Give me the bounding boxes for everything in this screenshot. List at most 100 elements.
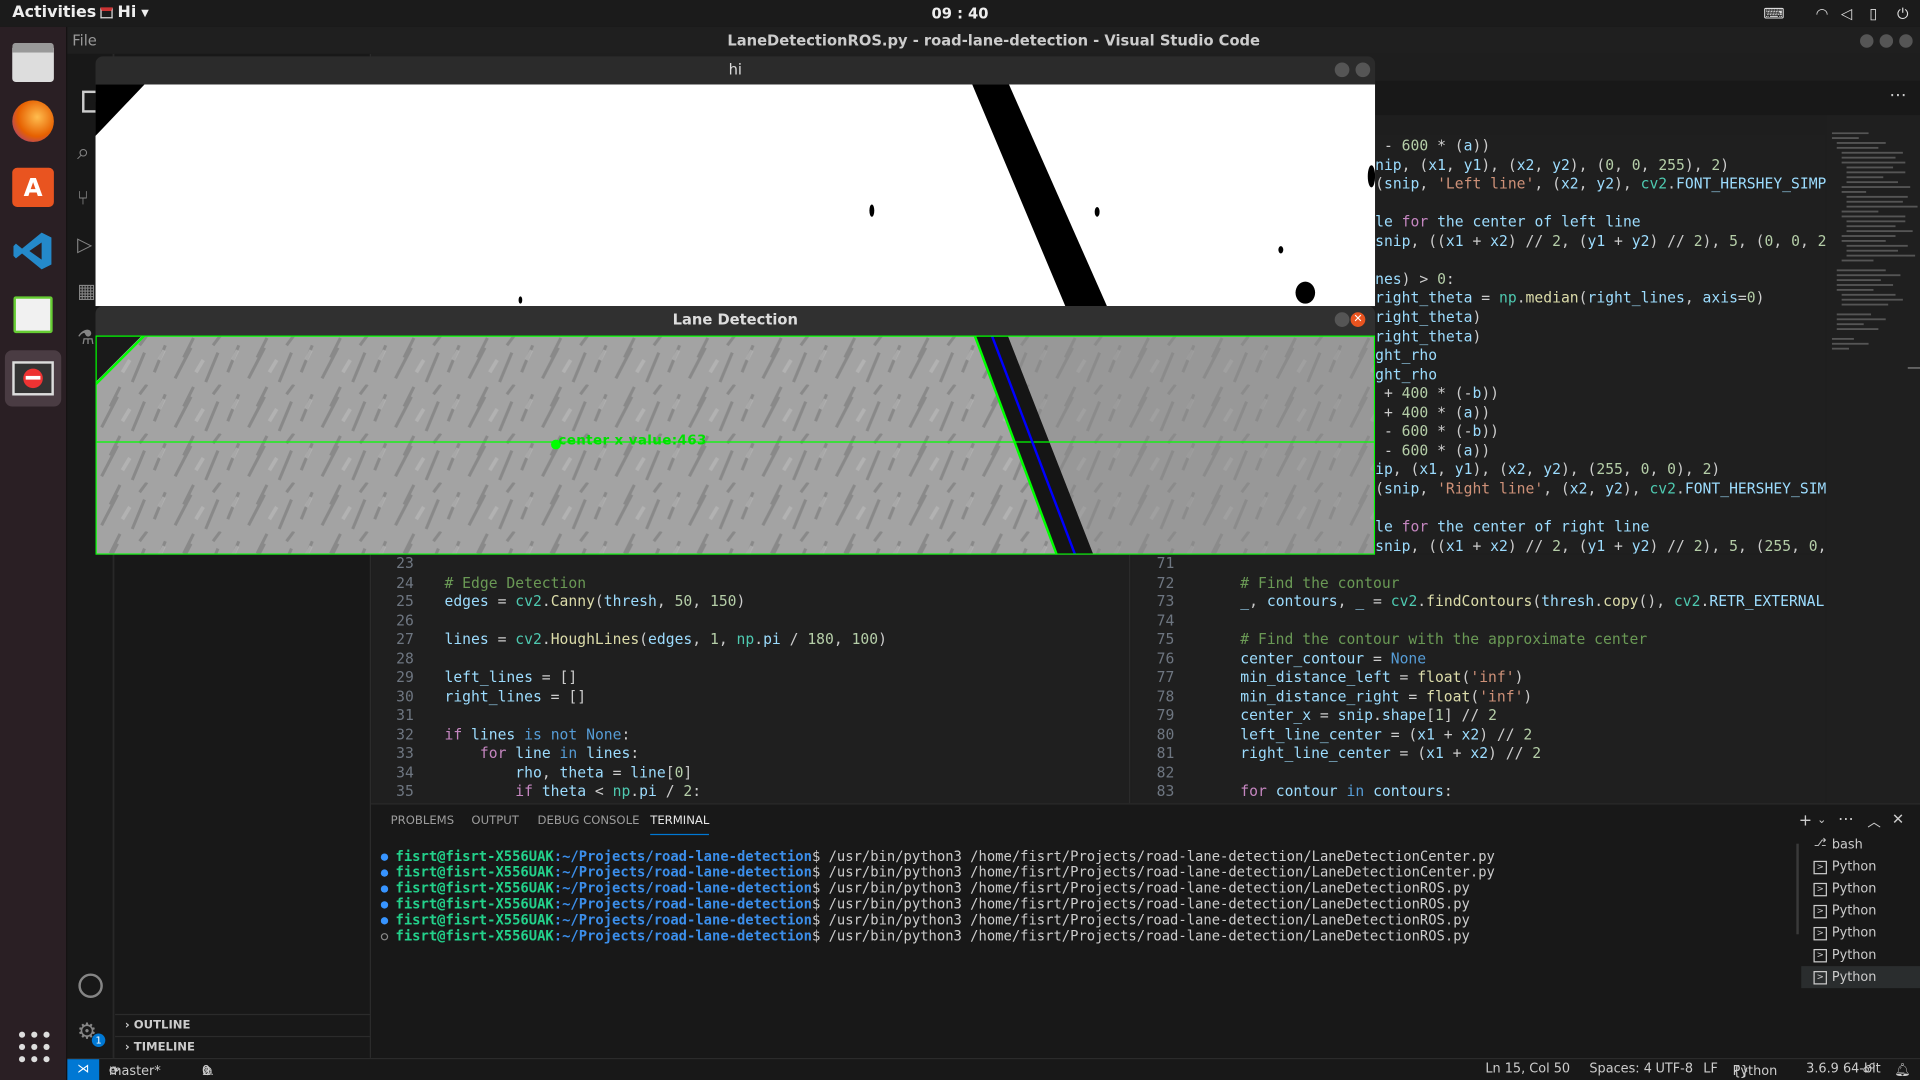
command-status-dot[interactable] <box>380 933 389 941</box>
vscode-icon[interactable] <box>5 223 61 279</box>
minimize-button[interactable] <box>1334 312 1350 327</box>
code-line[interactable] <box>1375 194 1826 213</box>
software-center-icon[interactable]: A <box>5 159 61 215</box>
firefox-icon[interactable] <box>5 93 61 149</box>
code-line[interactable]: 25 edges = cv2.Canny(thresh, 50, 150) <box>371 593 1129 612</box>
code-line[interactable]: (snip, 'Left line', (x2, y2), cv2.FONT_H… <box>1375 175 1826 194</box>
code-line[interactable]: snip, ((x1 + x2) // 2, (y1 + y2) // 2), … <box>1375 537 1826 553</box>
code-line[interactable]: ght_rho <box>1375 347 1826 366</box>
volume-mute-icon[interactable]: ◁ <box>1837 5 1857 22</box>
right-editor-upper[interactable]: - 600 * (a)) nip, (x1, y1), (x2, y2), (0,… <box>1375 134 1826 554</box>
code-line[interactable]: le for the center of left line <box>1375 213 1826 232</box>
code-line[interactable]: 23 <box>371 555 1129 574</box>
code-line[interactable]: 74 <box>1131 612 1825 631</box>
code-line[interactable]: snip, ((x1 + x2) // 2, (y1 + y2) // 2), … <box>1375 232 1826 251</box>
terminal-tab-python[interactable]: > Python <box>1801 856 1920 878</box>
battery-icon[interactable]: ▯ <box>1864 5 1884 22</box>
accounts-icon[interactable] <box>78 973 103 998</box>
maximize-button[interactable] <box>1879 34 1894 48</box>
code-line[interactable]: 28 <box>371 650 1129 669</box>
feedback-icon[interactable]: ☍ <box>1862 1062 1875 1077</box>
lane-detection-window[interactable]: Lane Detection ✕ center x value:463 <box>95 306 1376 555</box>
code-line[interactable]: nip, (x1, y1), (x2, y2), (0, 0, 255), 2) <box>1375 156 1826 175</box>
power-icon[interactable]: ⏻ <box>1893 5 1913 22</box>
minimap[interactable] <box>1826 115 1920 804</box>
code-line[interactable]: ght_rho <box>1375 366 1826 385</box>
close-button[interactable] <box>1355 62 1371 78</box>
code-line[interactable]: 24 # Edge Detection <box>371 574 1129 593</box>
close-button[interactable] <box>1899 34 1913 48</box>
files-icon[interactable] <box>5 34 61 90</box>
more-actions-icon[interactable]: ⋯ <box>1889 86 1906 106</box>
code-line[interactable]: 75 # Find the contour with the approxima… <box>1131 631 1825 650</box>
close-panel-icon[interactable]: ✕ <box>1892 811 1904 828</box>
code-line[interactable]: + 400 * (a)) <box>1375 404 1826 423</box>
more-actions-icon[interactable]: ⋯ <box>1838 811 1854 829</box>
clock[interactable]: 09 : 40 <box>0 5 1920 22</box>
code-line[interactable]: 31 <box>371 707 1129 726</box>
code-line[interactable]: 72 # Find the contour <box>1131 574 1825 593</box>
command-status-dot[interactable] <box>380 853 389 861</box>
show-applications-icon[interactable] <box>16 1029 53 1066</box>
new-terminal-icon[interactable]: + <box>1799 812 1812 830</box>
terminal-tab-python[interactable]: > Python <box>1801 900 1920 922</box>
code-line[interactable]: ip, (x1, y1), (x2, y2), (255, 0, 0), 2) <box>1375 461 1826 480</box>
code-line[interactable]: 82 <box>1131 763 1825 782</box>
code-line[interactable]: 71 <box>1131 555 1825 574</box>
code-line[interactable]: 30 right_lines = [] <box>371 688 1129 707</box>
code-line[interactable]: 83 for contour in contours: <box>1131 782 1825 801</box>
code-line[interactable]: - 600 * (-b)) <box>1375 423 1826 442</box>
chevron-down-icon[interactable]: ⌄ <box>1817 814 1826 826</box>
code-line[interactable]: 35 if theta < np.pi / 2: <box>371 782 1129 801</box>
notifications-bell-icon[interactable]: 🔔︎ <box>1894 1062 1910 1078</box>
code-line[interactable]: 29 left_lines = [] <box>371 669 1129 688</box>
close-button[interactable]: ✕ <box>1350 312 1366 327</box>
tab-terminal[interactable]: TERMINAL <box>650 814 710 836</box>
tab-output[interactable]: OUTPUT <box>471 814 518 827</box>
minimize-button[interactable] <box>1334 62 1350 78</box>
minimize-button[interactable] <box>1860 34 1874 48</box>
command-status-dot[interactable] <box>380 885 389 893</box>
code-line[interactable]: - 600 * (a)) <box>1375 442 1826 461</box>
cursor-position[interactable]: Ln 15, Col 50 <box>1485 1062 1570 1077</box>
tab-debug-console[interactable]: DEBUG CONSOLE <box>538 814 640 827</box>
wifi-icon[interactable]: ◠ <box>1812 5 1832 22</box>
code-line[interactable]: 32 if lines is not None: <box>371 726 1129 745</box>
code-line[interactable]: right_theta) <box>1375 308 1826 327</box>
indentation[interactable]: Spaces: 4 <box>1589 1062 1651 1077</box>
command-status-dot[interactable] <box>380 901 389 909</box>
code-line[interactable] <box>1375 499 1826 518</box>
terminal-tab-python[interactable]: > Python <box>1801 966 1920 989</box>
code-line[interactable]: 81 right_line_center = (x1 + x2) // 2 <box>1131 744 1825 763</box>
end-of-line[interactable]: LF <box>1703 1062 1718 1077</box>
code-line[interactable]: + 400 * (-b)) <box>1375 385 1826 404</box>
tab-problems[interactable]: PROBLEMS <box>391 814 455 827</box>
terminal-scrollbar[interactable] <box>1796 843 1799 935</box>
code-line[interactable]: 78 min_distance_right = float('inf') <box>1131 688 1825 707</box>
right-editor[interactable]: 71 72 # Find the contour 73 _, contours, _… <box>1131 554 1826 804</box>
code-line[interactable]: right_theta) <box>1375 328 1826 347</box>
command-status-dot[interactable] <box>380 917 389 925</box>
code-line[interactable]: nes) > 0: <box>1375 270 1826 289</box>
encoding[interactable]: UTF-8 <box>1656 1062 1693 1077</box>
code-line[interactable]: 33 for line in lines: <box>371 744 1129 763</box>
menu-file[interactable]: File <box>72 27 97 54</box>
code-line[interactable]: 34 rho, theta = line[0] <box>371 763 1129 782</box>
outline-section[interactable]: › OUTLINE <box>115 1013 372 1036</box>
terminal-tab-python[interactable]: > Python <box>1801 944 1920 966</box>
terminal-tab-python[interactable]: > Python <box>1801 922 1920 944</box>
command-status-dot[interactable] <box>380 869 389 877</box>
code-line[interactable]: 73 _, contours, _ = cv2.findContours(thr… <box>1131 593 1826 612</box>
code-line[interactable]: 26 <box>371 612 1129 631</box>
keyboard-icon[interactable]: ⌨ <box>1763 5 1784 22</box>
no-entry-app-icon[interactable] <box>4 350 62 407</box>
code-line[interactable]: (snip, 'Right line', (x2, y2), cv2.FONT_… <box>1375 480 1826 499</box>
code-line[interactable]: 77 min_distance_left = float('inf') <box>1131 669 1825 688</box>
code-line[interactable]: 80 left_line_center = (x1 + x2) // 2 <box>1131 726 1825 745</box>
code-line[interactable] <box>1375 251 1826 270</box>
terminal-tab-bash[interactable]: ⎇ bash <box>1801 834 1920 856</box>
code-line[interactable]: right_theta = np.median(right_lines, axi… <box>1375 289 1826 308</box>
remote-icon[interactable]: ⋊ <box>67 1059 100 1080</box>
code-line[interactable]: 79 center_x = snip.shape[1] // 2 <box>1131 707 1825 726</box>
code-line[interactable]: le for the center of right line <box>1375 518 1826 537</box>
